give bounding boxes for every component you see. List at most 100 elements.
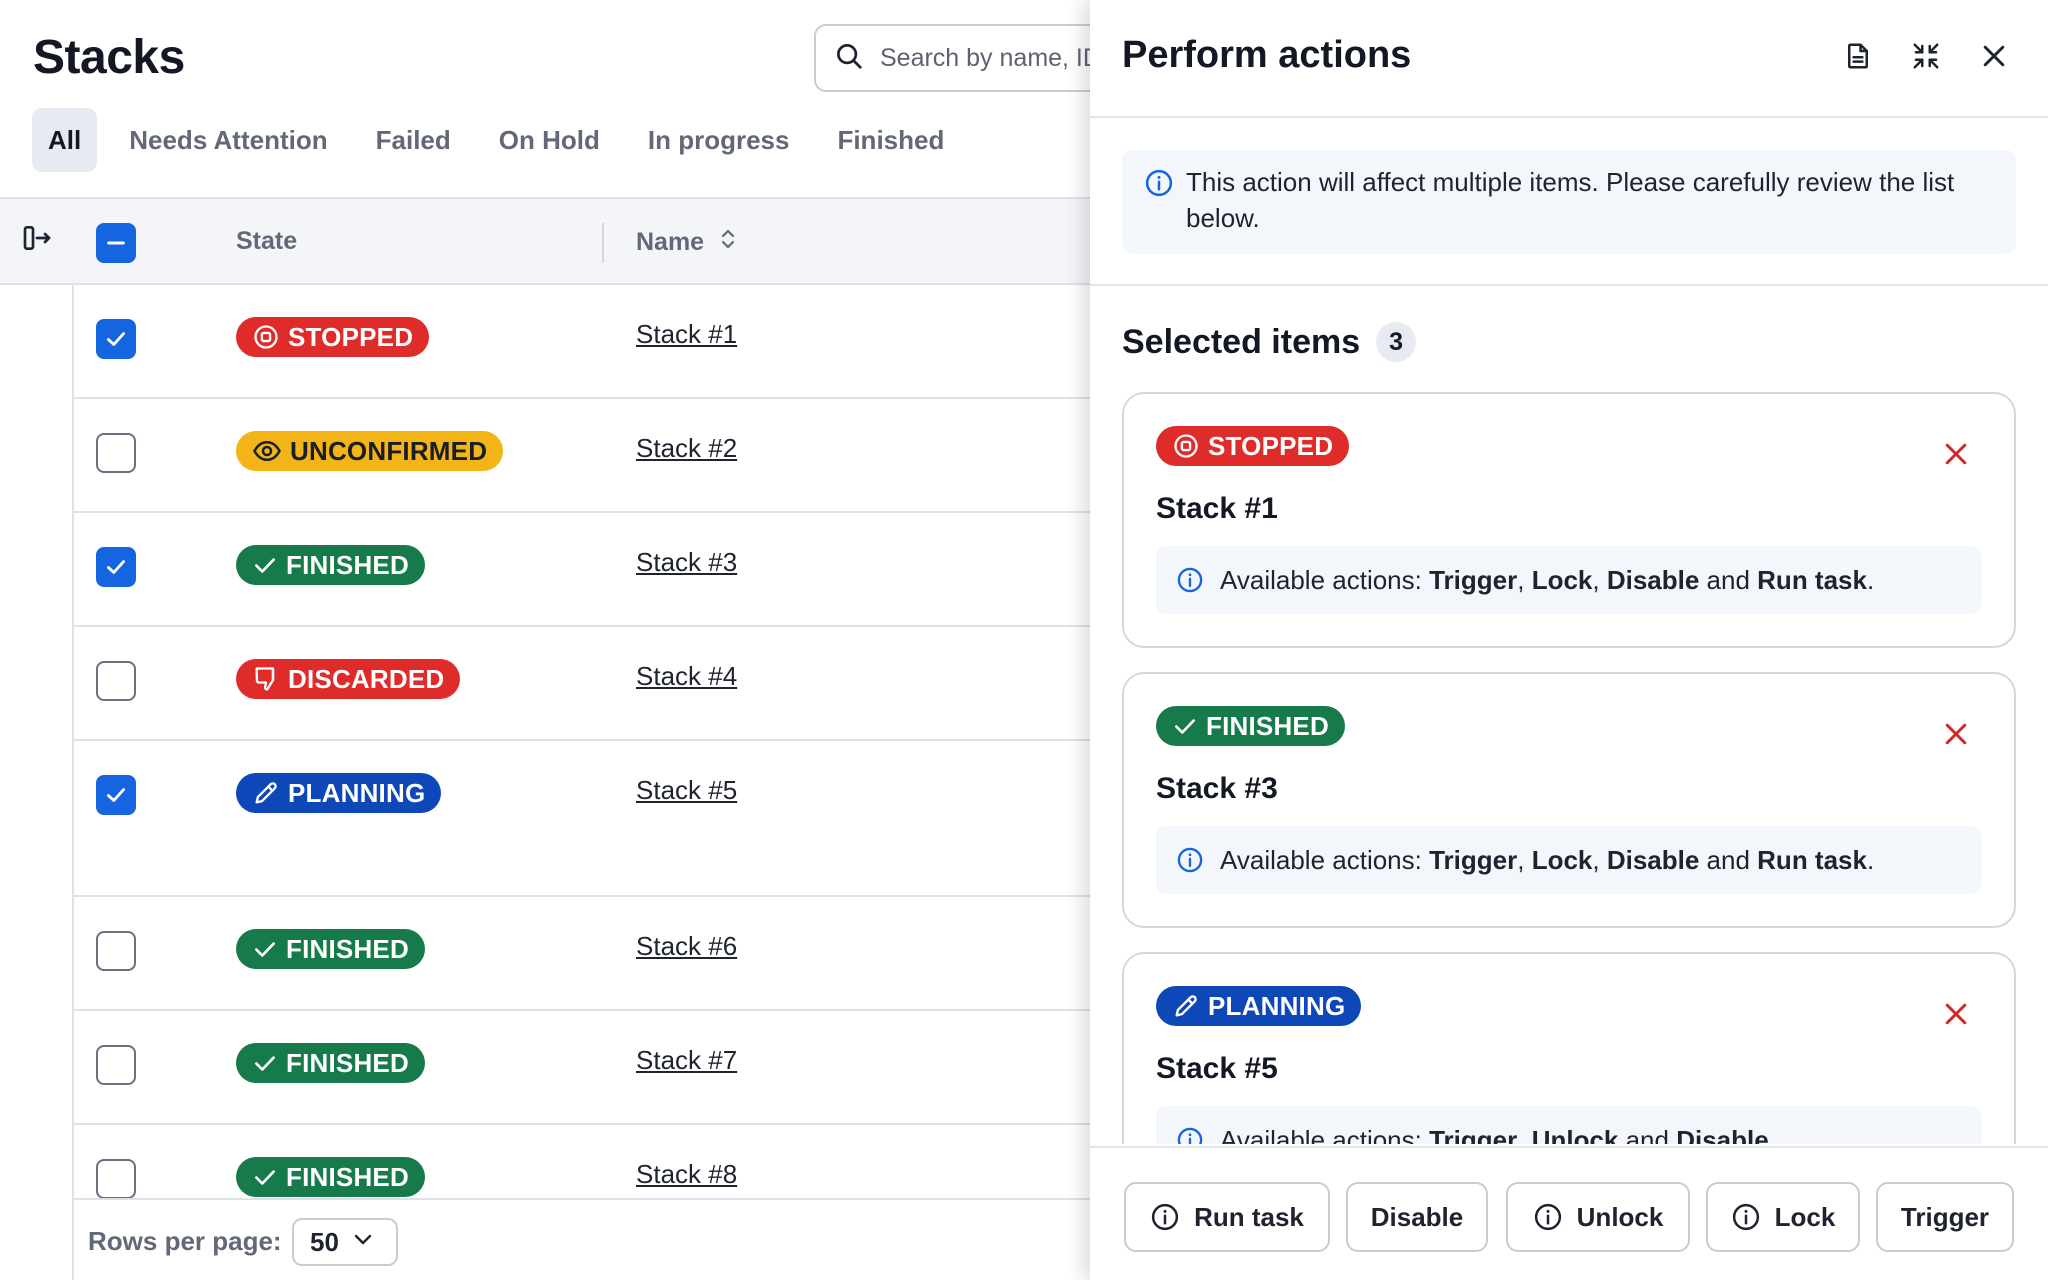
stack-link[interactable]: Stack #1	[636, 319, 737, 350]
table-header: State Name	[0, 197, 1090, 285]
remove-item-button[interactable]	[1938, 716, 1974, 752]
status-badge-label: PLANNING	[1208, 990, 1346, 1021]
rows-per-page-select[interactable]: 50	[292, 1218, 398, 1266]
status-badge-label: STOPPED	[1208, 430, 1334, 461]
unlock-label: Unlock	[1576, 1201, 1664, 1232]
status-badge: FINISHED	[236, 545, 425, 585]
row-checkbox[interactable]	[96, 775, 136, 815]
run-task-label: Run task	[1194, 1201, 1304, 1232]
status-badge-label: FINISHED	[286, 549, 409, 580]
item-name: Stack #1	[1156, 492, 1278, 525]
status-badge-label: STOPPED	[288, 321, 414, 352]
tab-all[interactable]: All	[32, 108, 98, 172]
status-badge: STOPPED	[1156, 426, 1350, 466]
row-checkbox[interactable]	[96, 433, 136, 473]
row-checkbox[interactable]	[96, 547, 136, 587]
check-icon	[255, 558, 275, 573]
status-badge-label: FINISHED	[1206, 710, 1329, 741]
column-header-name[interactable]: Name	[636, 227, 738, 258]
status-badge: STOPPED	[236, 317, 430, 357]
pencil-icon	[1175, 995, 1197, 1017]
run-task-button[interactable]: Run task	[1124, 1182, 1330, 1252]
table-row[interactable]: FINISHED Stack #7	[74, 1011, 1090, 1125]
tab-needs-attention[interactable]: Needs Attention	[113, 108, 343, 172]
check-icon	[255, 1170, 275, 1185]
stack-link[interactable]: Stack #3	[636, 547, 737, 578]
row-checkbox[interactable]	[96, 1045, 136, 1085]
status-badge-label: DISCARDED	[288, 663, 445, 694]
column-divider	[602, 223, 604, 263]
selected-items-heading: Selected items 3	[1122, 322, 1417, 362]
tab-failed[interactable]: Failed	[360, 108, 467, 172]
selected-item-card: STOPPED Stack #1 Available actions: Trig…	[1122, 392, 2016, 648]
sort-icon	[718, 227, 738, 258]
info-icon	[1176, 566, 1204, 601]
stop-icon	[254, 325, 278, 349]
row-checkbox[interactable]	[96, 319, 136, 359]
collapse-sidebar-icon	[21, 222, 53, 259]
filter-tabs: All Needs Attention Failed On Hold In pr…	[32, 108, 976, 172]
tab-in-progress[interactable]: In progress	[632, 108, 806, 172]
status-badge-label: FINISHED	[286, 1047, 409, 1078]
row-checkbox[interactable]	[96, 661, 136, 701]
document-icon	[1848, 43, 1868, 69]
stack-link[interactable]: Stack #8	[636, 1159, 737, 1190]
search-icon	[834, 41, 864, 76]
remove-item-button[interactable]	[1938, 996, 1974, 1032]
table-row[interactable]: DISCARDED Stack #4	[74, 627, 1090, 741]
check-icon	[255, 942, 275, 957]
minimize-button[interactable]	[1908, 38, 1944, 74]
stack-link[interactable]: Stack #5	[636, 775, 737, 806]
check-icon	[1175, 719, 1195, 734]
trigger-label: Trigger	[1900, 1201, 1990, 1232]
stack-link[interactable]: Stack #2	[636, 433, 737, 464]
status-badge: DISCARDED	[236, 659, 461, 699]
selected-count-badge: 3	[1376, 322, 1417, 362]
status-badge-label: UNCONFIRMED	[290, 435, 488, 466]
status-badge: FINISHED	[236, 1043, 425, 1083]
available-actions-text: Available actions: Trigger, Lock, Disabl…	[1220, 564, 1875, 595]
lock-button[interactable]: Lock	[1706, 1182, 1860, 1252]
disable-button[interactable]: Disable	[1346, 1182, 1488, 1252]
search-input[interactable]	[880, 43, 1090, 73]
column-header-state[interactable]: State	[236, 227, 297, 256]
table-row[interactable]: FINISHED Stack #6	[74, 897, 1090, 1011]
table-row[interactable]: PLANNING Stack #5	[74, 741, 1090, 897]
table-row[interactable]: UNCONFIRMED Stack #2	[74, 399, 1090, 513]
unlock-button[interactable]: Unlock	[1506, 1182, 1690, 1252]
remove-item-button[interactable]	[1938, 436, 1974, 472]
tab-on-hold[interactable]: On Hold	[483, 108, 616, 172]
collapse-sidebar-button[interactable]	[20, 223, 54, 257]
selected-items-list[interactable]: STOPPED Stack #1 Available actions: Trig…	[1122, 392, 2016, 1144]
pencil-icon	[255, 782, 277, 804]
remove-icon	[1945, 1003, 1967, 1025]
info-icon	[1176, 846, 1204, 881]
selected-item-card: FINISHED Stack #3 Available actions: Tri…	[1122, 672, 2016, 928]
document-button[interactable]	[1840, 38, 1876, 74]
stack-link[interactable]: Stack #4	[636, 661, 737, 692]
minimize-icon	[1913, 43, 1939, 69]
status-badge: FINISHED	[1156, 706, 1345, 746]
selected-items-title: Selected items	[1122, 322, 1361, 361]
item-name: Stack #3	[1156, 772, 1278, 805]
stack-link[interactable]: Stack #6	[636, 931, 737, 962]
info-icon	[1176, 1126, 1204, 1144]
tab-finished[interactable]: Finished	[821, 108, 960, 172]
status-badge-label: PLANNING	[288, 777, 426, 808]
table-row[interactable]: STOPPED Stack #1	[74, 285, 1090, 399]
info-icon	[1732, 1203, 1759, 1231]
table-footer: Rows per page: 50	[74, 1198, 1090, 1280]
search-box[interactable]	[814, 24, 1090, 92]
available-actions: Available actions: Trigger, Lock, Disabl…	[1156, 546, 1982, 614]
available-actions: Available actions: Trigger, Unlock and D…	[1156, 1106, 1982, 1144]
column-header-name-label: Name	[636, 228, 705, 256]
row-checkbox[interactable]	[96, 1159, 136, 1199]
stack-link[interactable]: Stack #7	[636, 1045, 737, 1076]
close-button[interactable]	[1976, 38, 2012, 74]
info-icon	[1534, 1203, 1561, 1231]
select-all-checkbox[interactable]	[96, 223, 136, 263]
trigger-button[interactable]: Trigger	[1876, 1182, 2014, 1252]
section-divider	[1090, 284, 2048, 286]
row-checkbox[interactable]	[96, 931, 136, 971]
table-row[interactable]: FINISHED Stack #3	[74, 513, 1090, 627]
